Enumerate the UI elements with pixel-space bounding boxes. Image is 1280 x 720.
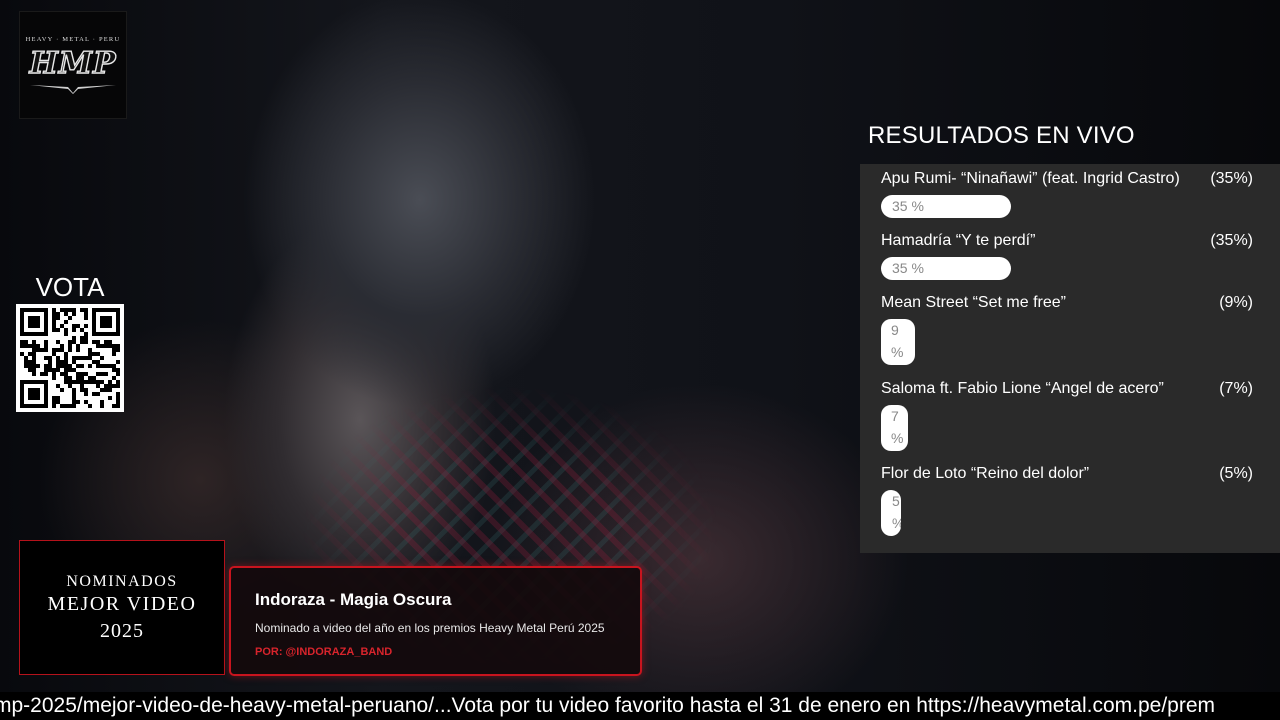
video-info-card: Indoraza - Magia Oscura Nominado a video… <box>229 566 642 676</box>
poll-item-name: Hamadría “Y te perdí” <box>881 232 1036 249</box>
qr-code-icon[interactable] <box>16 304 124 412</box>
poll-bar: 35 % <box>881 257 1011 280</box>
vote-label: VOTA <box>35 272 105 302</box>
ticker-text: mp-2025/mejor-video-de-heavy-metal-perua… <box>0 694 1216 717</box>
results-panel[interactable]: Apu Rumi- “Ninañawi” (feat. Ingrid Castr… <box>860 164 1280 553</box>
wings-icon <box>30 84 116 94</box>
video-title: Indoraza - Magia Oscura <box>255 590 452 609</box>
poll-item: Mean Street “Set me free” (9%) 9 % <box>881 293 1253 365</box>
poll-item: Hamadría “Y te perdí” (35%) 35 % <box>881 231 1253 280</box>
poll-item-percent: (5%) <box>1219 465 1253 482</box>
poll-item-percent: (9%) <box>1219 294 1253 311</box>
hmp-logo: HEAVY · METAL · PERU HMP <box>19 11 127 119</box>
nominados-line3: 2025 <box>100 619 144 642</box>
results-title: RESULTADOS EN VIVO <box>868 122 1135 149</box>
poll-bar: 7 % <box>881 405 908 451</box>
poll-item-name: Flor de Loto “Reino del dolor” <box>881 465 1090 482</box>
poll-item: Apu Rumi- “Ninañawi” (feat. Ingrid Castr… <box>881 169 1253 218</box>
logo-mark: HMP <box>29 45 117 81</box>
news-ticker: mp-2025/mejor-video-de-heavy-metal-perua… <box>0 692 1280 720</box>
poll-item-percent: (7%) <box>1219 380 1253 397</box>
poll-bar: 35 % <box>881 195 1011 218</box>
poll-bar: 9 % <box>881 319 915 365</box>
poll-item-percent: (35%) <box>1210 232 1253 249</box>
video-author: POR: @INDORAZA_BAND <box>255 646 393 658</box>
poll-item-name: Mean Street “Set me free” <box>881 294 1066 311</box>
video-subtitle: Nominado a video del año en los premios … <box>255 621 605 635</box>
nominados-badge: NOMINADOS MEJOR VIDEO 2025 <box>19 540 225 675</box>
poll-bar: 5 % <box>881 490 901 536</box>
nominados-line1: NOMINADOS <box>66 572 178 590</box>
poll-item: Saloma ft. Fabio Lione “Angel de acero” … <box>881 379 1253 451</box>
logo-top-text: HEAVY · METAL · PERU <box>25 35 121 43</box>
nominados-line2: MEJOR VIDEO <box>47 592 197 615</box>
poll-item-name: Apu Rumi- “Ninañawi” (feat. Ingrid Castr… <box>881 170 1180 187</box>
poll-item-percent: (35%) <box>1210 170 1253 187</box>
poll-item-name: Saloma ft. Fabio Lione “Angel de acero” <box>881 380 1164 397</box>
poll-item: Flor de Loto “Reino del dolor” (5%) 5 % <box>881 464 1253 536</box>
